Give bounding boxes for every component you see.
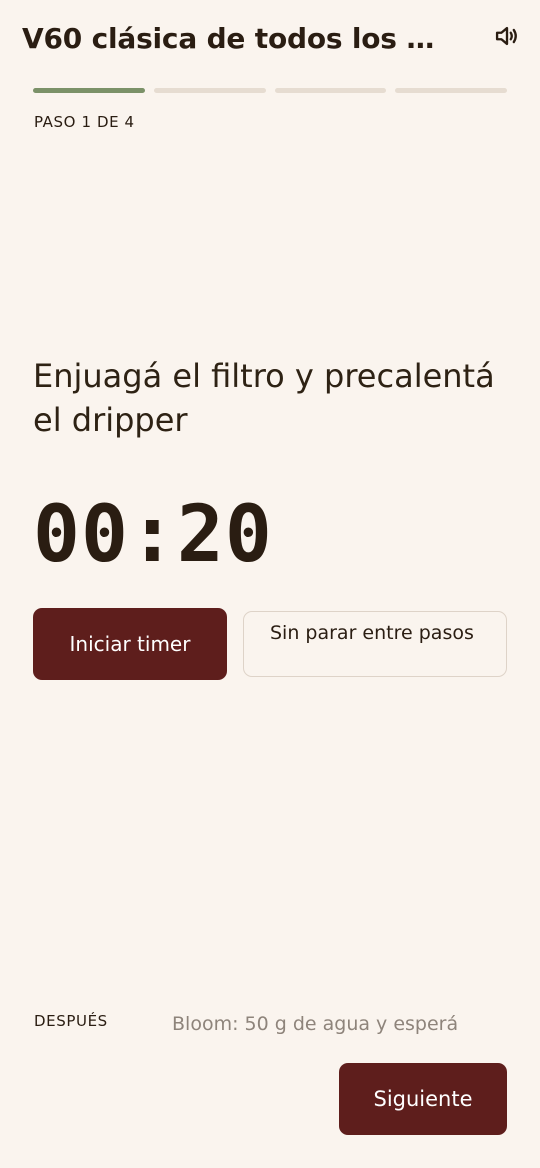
header: V60 clásica de todos los …: [22, 18, 522, 66]
progress-segment: [153, 88, 266, 93]
continuous-mode-button[interactable]: Sin parar entre pasos: [243, 611, 507, 677]
timer-display: 00:20: [33, 490, 273, 580]
progress-segment: [33, 88, 145, 93]
speaker-icon: [493, 22, 521, 54]
progress-segment: [274, 88, 387, 93]
next-step-label: DESPUÉS: [34, 1012, 108, 1030]
next-step-preview: Bloom: 50 g de agua y esperá: [172, 1013, 459, 1035]
recipe-title: V60 clásica de todos los …: [22, 22, 435, 55]
progress-segment: [395, 88, 507, 93]
step-instruction: Enjuagá el filtro y precalentá el drippe…: [33, 357, 495, 439]
step-progress-bar: [33, 88, 507, 94]
start-timer-button[interactable]: Iniciar timer: [33, 608, 227, 680]
next-button[interactable]: Siguiente: [339, 1063, 507, 1135]
sound-toggle-button[interactable]: [490, 20, 524, 56]
step-counter: PASO 1 DE 4: [34, 113, 135, 131]
